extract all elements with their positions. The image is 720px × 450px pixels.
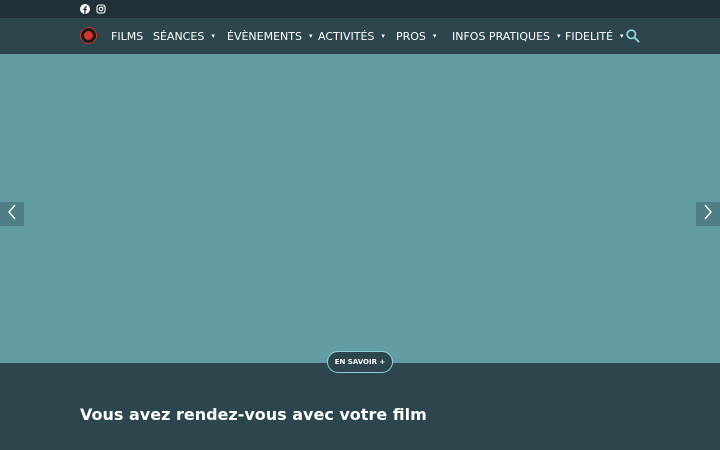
nav-item-label: ÉVÈNEMENTS xyxy=(227,29,302,43)
nav-item-label: FIDELITÉ xyxy=(565,29,614,43)
nav-item-label: PROS xyxy=(396,29,426,43)
top-bar xyxy=(0,0,720,18)
caret-down-icon: ▾ xyxy=(620,32,624,40)
caret-down-icon: ▾ xyxy=(308,32,313,40)
nav-item-label: SÉANCES xyxy=(153,29,205,43)
learn-more-button[interactable]: EN SAVOIR + xyxy=(327,351,393,373)
caret-down-icon: ▾ xyxy=(381,32,385,40)
search-icon[interactable] xyxy=(625,28,641,44)
caret-down-icon: ▾ xyxy=(211,32,215,40)
instagram-icon[interactable] xyxy=(95,3,107,15)
nav-item-label: INFOS PRATIQUES xyxy=(452,29,551,43)
caret-down-icon: ▾ xyxy=(557,32,561,40)
nav-item-films[interactable]: FILMS xyxy=(111,18,143,54)
nav-item-pros[interactable]: PROS ▾ xyxy=(396,18,436,54)
chevron-left-icon xyxy=(7,204,17,224)
nav-item-label: ACTIVITÉS xyxy=(318,29,375,43)
nav-item-evenements[interactable]: ÉVÈNEMENTS ▾ xyxy=(227,18,313,54)
section-title: Vous avez rendez-vous avec votre film xyxy=(80,405,427,424)
nav-item-activites[interactable]: ACTIVITÉS ▾ xyxy=(318,18,385,54)
nav-item-label: FILMS xyxy=(111,29,144,43)
carousel-prev-button[interactable] xyxy=(0,202,24,226)
nav-item-infos-pratiques[interactable]: INFOS PRATIQUES ▾ xyxy=(452,18,561,54)
nav-item-fidelite[interactable]: FIDELITÉ ▾ xyxy=(565,18,624,54)
cinema-logo-icon[interactable] xyxy=(80,27,97,44)
chevron-right-icon xyxy=(703,204,713,224)
hero-carousel xyxy=(0,54,720,363)
main-navbar: FILMS SÉANCES ▾ ÉVÈNEMENTS ▾ ACTIVITÉS ▾… xyxy=(0,18,720,54)
caret-down-icon: ▾ xyxy=(432,32,437,40)
nav-item-seances[interactable]: SÉANCES ▾ xyxy=(153,18,215,54)
facebook-icon[interactable] xyxy=(79,3,91,15)
carousel-next-button[interactable] xyxy=(696,202,720,226)
